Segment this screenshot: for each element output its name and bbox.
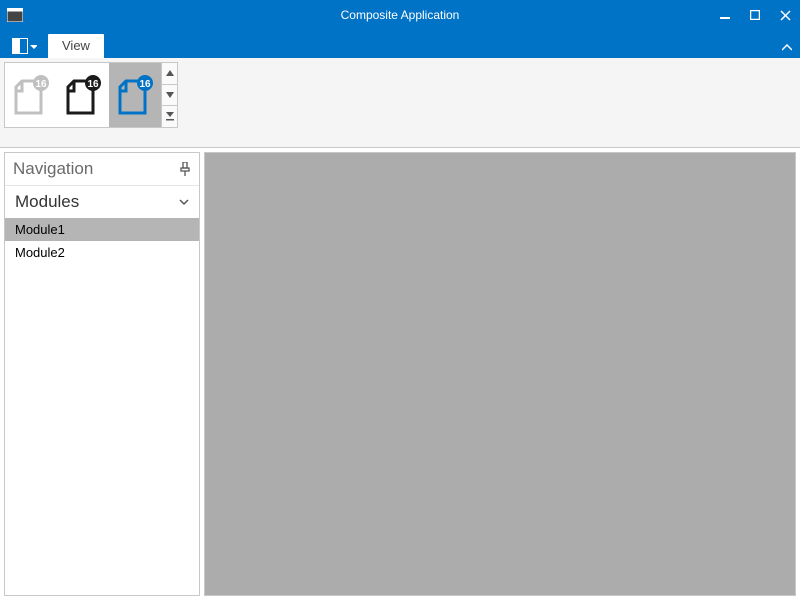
client-area: Navigation Modules Module1 Module2	[0, 148, 800, 600]
workspace-area	[204, 152, 796, 596]
list-item[interactable]: Module1	[5, 218, 199, 241]
gallery-scroll-down-button[interactable]	[162, 85, 177, 107]
chevron-up-icon	[782, 44, 792, 52]
gallery-scroll-up-button[interactable]	[162, 63, 177, 85]
gallery-item-theme-blue[interactable]: 16	[109, 63, 161, 127]
pin-button[interactable]	[179, 162, 191, 176]
chevron-down-icon	[179, 198, 189, 206]
ribbon-content: 16 16 16	[0, 58, 800, 148]
navigation-group-header[interactable]: Modules	[5, 185, 199, 218]
pin-icon	[179, 162, 191, 176]
gallery-item-theme-dark[interactable]: 16	[57, 63, 109, 127]
list-item[interactable]: Module2	[5, 241, 199, 264]
gallery-item-theme-light[interactable]: 16	[5, 63, 57, 127]
maximize-button[interactable]	[740, 0, 770, 30]
ribbon-tab-strip: View	[0, 30, 800, 58]
badge-text: 16	[35, 79, 47, 90]
badge-text: 16	[139, 79, 151, 90]
window-title: Composite Application	[0, 8, 800, 22]
app-icon	[0, 0, 30, 30]
theme-gallery: 16 16 16	[4, 62, 178, 128]
navigation-panel: Navigation Modules Module1 Module2	[4, 152, 200, 596]
triangle-up-icon	[166, 70, 174, 76]
navigation-header: Navigation	[5, 153, 199, 185]
minimize-button[interactable]	[710, 0, 740, 30]
quick-access-toolbar-button[interactable]	[8, 34, 40, 58]
close-button[interactable]	[770, 0, 800, 30]
navigation-group-title: Modules	[15, 192, 79, 212]
gallery-scrollbar	[161, 63, 177, 127]
ribbon-collapse-button[interactable]	[782, 44, 792, 52]
triangle-down-icon	[166, 92, 174, 98]
tab-view[interactable]: View	[48, 34, 104, 58]
badge-text: 16	[87, 79, 99, 90]
chevron-down-icon	[30, 43, 37, 50]
navigation-list: Module1 Module2	[5, 218, 199, 595]
gallery-expand-button[interactable]	[162, 106, 177, 127]
triangle-down-bar-icon	[166, 112, 174, 121]
title-bar: Composite Application	[0, 0, 800, 30]
navigation-title: Navigation	[13, 159, 93, 179]
